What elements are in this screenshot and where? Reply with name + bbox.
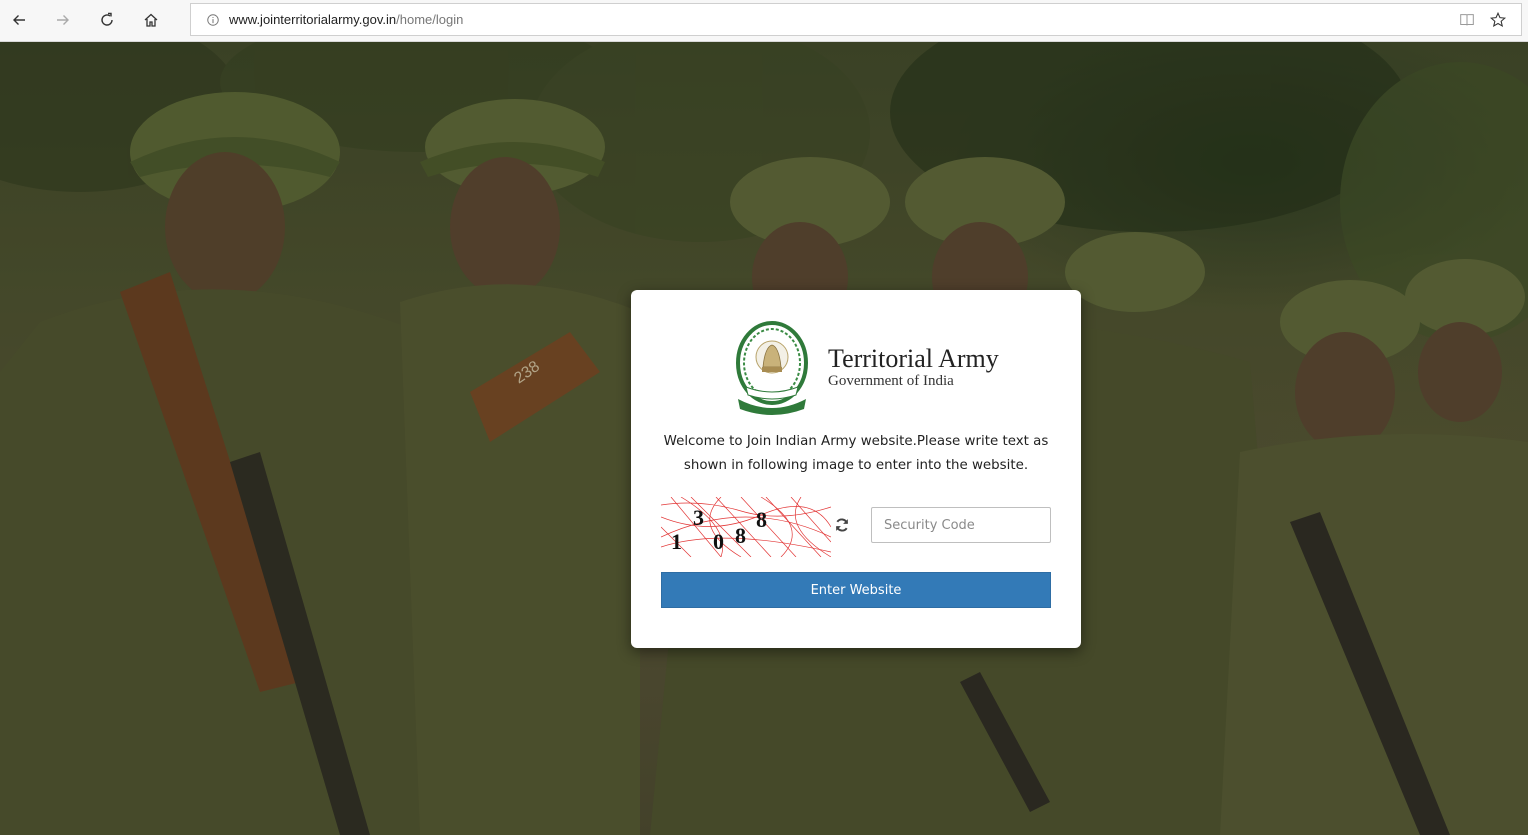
- url-text[interactable]: www.jointerritorialarmy.gov.in/home/logi…: [229, 12, 463, 27]
- captcha-digit-2: 3: [693, 505, 704, 530]
- refresh-button[interactable]: [92, 6, 122, 34]
- browser-toolbar: www.jointerritorialarmy.gov.in/home/logi…: [0, 0, 1528, 42]
- back-button[interactable]: [4, 6, 34, 34]
- brand-subtitle: Government of India: [828, 373, 954, 389]
- login-modal: Territorial Army Government of India Wel…: [631, 290, 1081, 648]
- brand-title: Territorial Army: [828, 344, 999, 373]
- captcha-digit-4: 8: [735, 523, 746, 548]
- reading-view-icon[interactable]: [1457, 10, 1477, 30]
- back-arrow-icon: [13, 15, 25, 25]
- refresh-icon: [101, 12, 113, 26]
- captcha-image: 1 3 0 8 8: [661, 497, 831, 557]
- territorial-army-emblem: [732, 317, 812, 421]
- star-icon[interactable]: [1487, 9, 1509, 31]
- url-path: /home/login: [396, 12, 464, 27]
- forward-arrow-icon: [57, 15, 69, 25]
- info-icon[interactable]: [201, 8, 225, 32]
- captcha-digit-3: 0: [713, 529, 724, 554]
- forward-button[interactable]: [48, 6, 78, 34]
- captcha-refresh-button[interactable]: [832, 515, 852, 535]
- address-bar[interactable]: www.jointerritorialarmy.gov.in/home/logi…: [190, 3, 1522, 36]
- refresh-icon: [836, 518, 848, 532]
- captcha-digit-1: 1: [671, 529, 682, 554]
- captcha-digit-5: 8: [756, 507, 767, 532]
- home-button[interactable]: [136, 6, 166, 34]
- welcome-message: Welcome to Join Indian Army website.Plea…: [663, 434, 1049, 473]
- home-icon: [144, 13, 158, 27]
- security-code-input[interactable]: [871, 507, 1051, 543]
- url-host: www.jointerritorialarmy.gov.in: [229, 12, 397, 27]
- enter-website-button[interactable]: Enter Website: [661, 572, 1051, 608]
